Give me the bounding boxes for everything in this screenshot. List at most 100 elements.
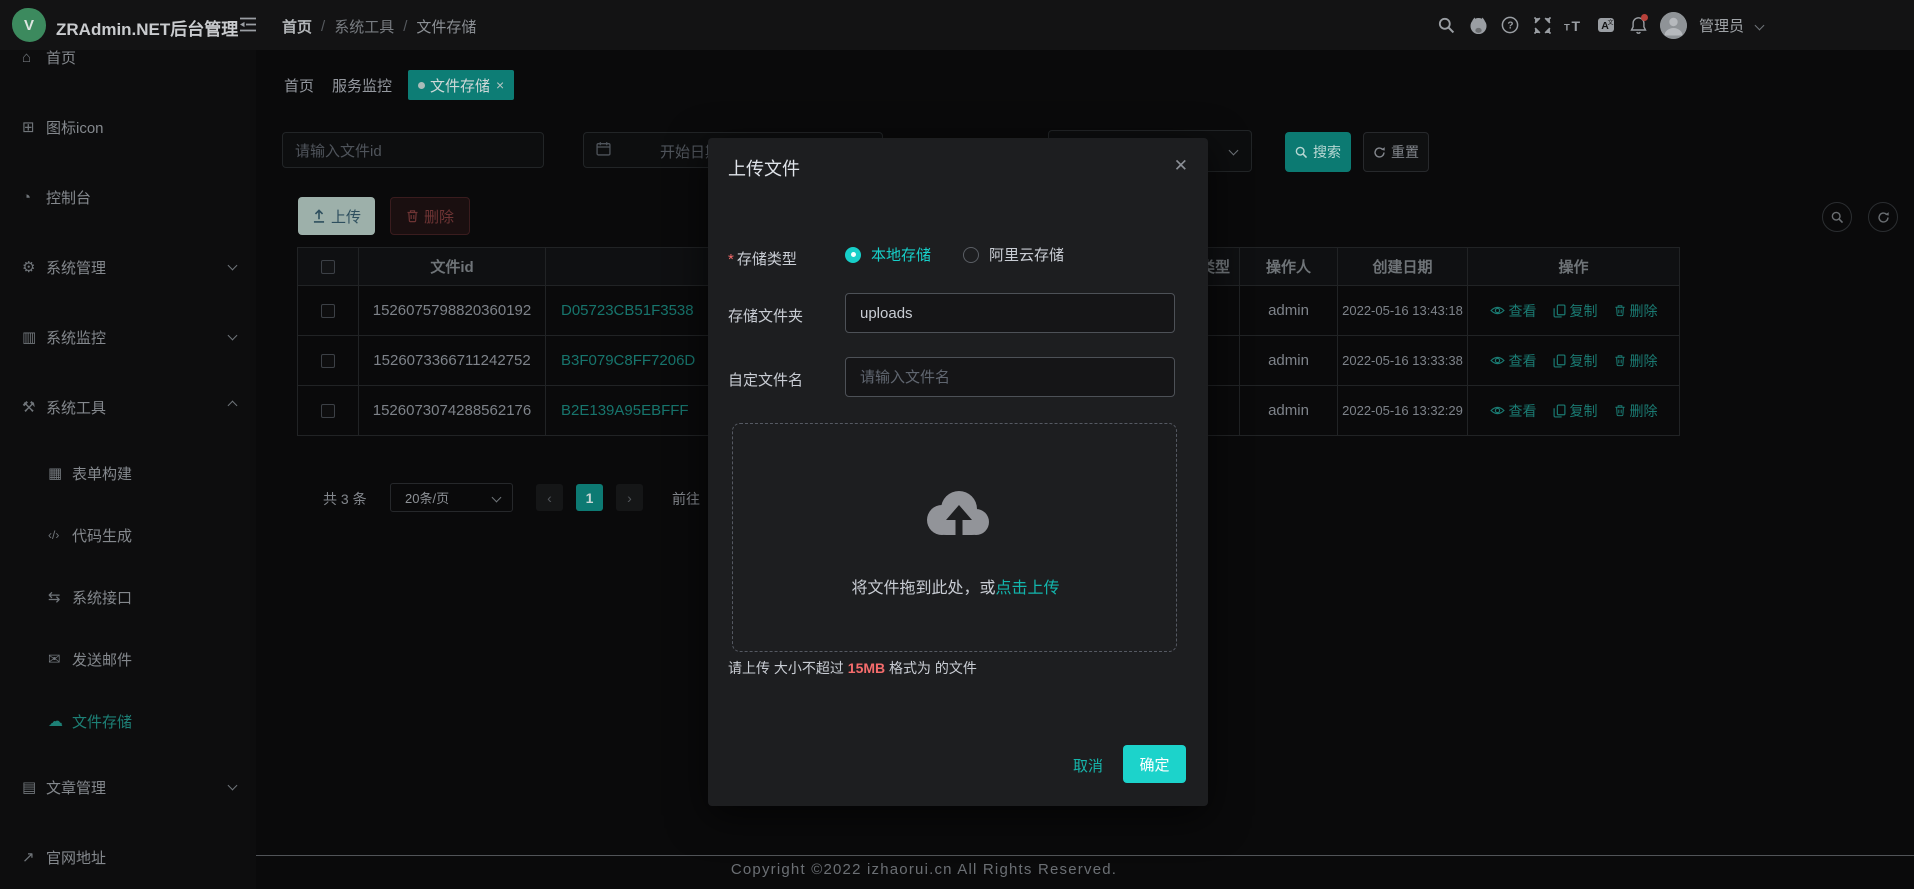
tab-服务监控[interactable]: 服务监控 <box>330 70 394 100</box>
row-checkbox[interactable] <box>321 404 335 418</box>
page-size-value: 20条/页 <box>405 488 449 507</box>
footer-divider <box>230 855 1914 856</box>
sidebar-item-系统管理[interactable]: ⚙ 系统管理 <box>0 232 256 302</box>
sidebar-collapse-icon[interactable] <box>238 16 258 38</box>
row-action-删除[interactable]: 删除 <box>1614 301 1658 321</box>
upload-dropzone[interactable]: 将文件拖到此处，或点击上传 <box>732 423 1177 652</box>
chevron-down-icon <box>228 781 238 791</box>
user-name[interactable]: 管理员 <box>1699 15 1744 36</box>
cancel-button[interactable]: 取消 <box>1073 755 1103 776</box>
select-all-checkbox[interactable] <box>321 260 335 274</box>
avatar[interactable] <box>1660 12 1687 39</box>
sidebar-item-图标icon[interactable]: ⊞ 图标icon <box>0 92 256 162</box>
file-id-placeholder: 请输入文件id <box>295 140 382 161</box>
pagination-prev-button[interactable]: ‹ <box>536 484 563 511</box>
file-name-link[interactable]: B3F079C8FF7206D <box>561 352 695 369</box>
monitor-icon: ▥ <box>22 328 45 346</box>
sidebar-item-控制台[interactable]: ◔ 控制台 <box>0 162 256 232</box>
page-size-select[interactable]: 20条/页 <box>390 483 513 512</box>
font-size-icon[interactable]: TT <box>1564 15 1584 35</box>
confirm-button[interactable]: 确定 <box>1123 745 1186 783</box>
file-id-input[interactable]: 请输入文件id <box>282 132 544 168</box>
pagination-next-button[interactable]: › <box>616 484 643 511</box>
cell-actions: 查看复制删除 <box>1468 336 1679 386</box>
breadcrumb-item[interactable]: 系统工具 <box>334 16 394 37</box>
sidebar-item-系统接口[interactable]: ⇆ 系统接口 <box>0 566 256 628</box>
pagination-total: 共 3 条 <box>323 489 367 509</box>
cell-operator: admin <box>1240 286 1338 336</box>
breadcrumb-item[interactable]: 首页 <box>282 16 312 37</box>
table-refresh-icon[interactable] <box>1868 202 1898 232</box>
cell-file-id: 1526075798820360192 <box>359 286 546 336</box>
fullscreen-icon[interactable] <box>1532 15 1552 35</box>
grid-icon: ⊞ <box>22 118 45 136</box>
dashboard-icon: ◔ <box>22 189 45 206</box>
svg-text:?: ? <box>1507 21 1513 32</box>
radio-aliyun-storage[interactable] <box>963 247 979 263</box>
copyright-text: Copyright ©2022 izhaorui.cn All Rights R… <box>0 861 1848 878</box>
row-action-删除[interactable]: 删除 <box>1614 351 1658 371</box>
col-created: 创建日期 <box>1338 248 1468 286</box>
sidebar-item-系统工具[interactable]: ⚒ 系统工具 <box>0 372 256 442</box>
delete-button[interactable]: 删除 <box>390 197 470 235</box>
close-icon[interactable]: ✕ <box>1174 156 1188 176</box>
chevron-down-icon[interactable] <box>1755 20 1765 30</box>
row-action-查看[interactable]: 查看 <box>1490 301 1537 321</box>
cell-file-id: 1526073074288562176 <box>359 386 546 436</box>
sidebar-item-表单构建[interactable]: ▦ 表单构建 <box>0 442 256 504</box>
file-name-link[interactable]: D05723CB51F3538 <box>561 302 694 319</box>
tab-文件存储[interactable]: 文件存储× <box>408 70 514 100</box>
breadcrumb-separator: / <box>321 18 325 35</box>
eye-icon <box>1490 405 1505 416</box>
reset-button-label: 重置 <box>1391 142 1419 162</box>
sidebar-item-发送邮件[interactable]: ✉ 发送邮件 <box>0 628 256 690</box>
pagination-current-page[interactable]: 1 <box>576 484 603 511</box>
storage-type-label: *存储类型 <box>728 248 840 269</box>
sidebar-item-文章管理[interactable]: ▤ 文章管理 <box>0 752 256 822</box>
sidebar-item-首页[interactable]: ⌂ 首页 <box>0 50 256 92</box>
help-icon[interactable]: ? <box>1500 15 1520 35</box>
cell-actions: 查看复制删除 <box>1468 386 1679 436</box>
breadcrumb-separator: / <box>403 18 407 35</box>
tab-首页[interactable]: 首页 <box>282 70 316 100</box>
radio-local-label[interactable]: 本地存储 <box>871 244 931 265</box>
search-icon[interactable] <box>1436 15 1456 35</box>
trash-icon <box>1614 404 1626 417</box>
trash-icon <box>1614 304 1626 317</box>
row-action-删除[interactable]: 删除 <box>1614 401 1658 421</box>
row-checkbox[interactable] <box>321 354 335 368</box>
gear-icon: ⚙ <box>22 258 45 276</box>
row-action-查看[interactable]: 查看 <box>1490 351 1537 371</box>
sidebar-item-代码生成[interactable]: ‹/› 代码生成 <box>0 504 256 566</box>
row-action-查看[interactable]: 查看 <box>1490 401 1537 421</box>
folder-input[interactable] <box>845 293 1175 333</box>
github-icon[interactable] <box>1468 15 1488 35</box>
sidebar-item-文件存储[interactable]: ☁ 文件存储 <box>0 690 256 752</box>
breadcrumb: 首页 / 系统工具 / 文件存储 <box>282 16 476 37</box>
sidebar-item-官网地址[interactable]: ↗ 官网地址 <box>0 822 256 889</box>
row-action-复制[interactable]: 复制 <box>1553 401 1598 421</box>
app-logo: V <box>12 8 46 42</box>
bell-icon[interactable] <box>1628 15 1648 35</box>
upload-button[interactable]: 上传 <box>298 197 375 235</box>
close-tab-icon[interactable]: × <box>496 77 504 93</box>
cell-actions: 查看复制删除 <box>1468 286 1679 336</box>
reset-button[interactable]: 重置 <box>1363 132 1429 172</box>
radio-aliyun-label[interactable]: 阿里云存储 <box>989 244 1064 265</box>
filename-input[interactable] <box>845 357 1175 397</box>
translate-icon[interactable]: A文 <box>1596 15 1616 35</box>
row-action-复制[interactable]: 复制 <box>1553 301 1598 321</box>
row-action-复制[interactable]: 复制 <box>1553 351 1598 371</box>
file-name-link[interactable]: B2E139A95EBFFF <box>561 402 689 419</box>
cell-created: 2022-05-16 13:33:38 <box>1338 336 1468 386</box>
table-search-toggle-icon[interactable] <box>1822 202 1852 232</box>
search-button[interactable]: 搜索 <box>1285 132 1351 172</box>
col-operator: 操作人 <box>1240 248 1338 286</box>
sidebar-item-系统监控[interactable]: ▥ 系统监控 <box>0 302 256 372</box>
breadcrumb-item[interactable]: 文件存储 <box>416 16 476 37</box>
radio-local-storage[interactable] <box>845 247 861 263</box>
chevron-down-icon <box>228 261 238 271</box>
app-title: ZRAdmin.NET后台管理 <box>56 15 238 40</box>
click-upload-link[interactable]: 点击上传 <box>996 580 1060 597</box>
row-checkbox[interactable] <box>321 304 335 318</box>
